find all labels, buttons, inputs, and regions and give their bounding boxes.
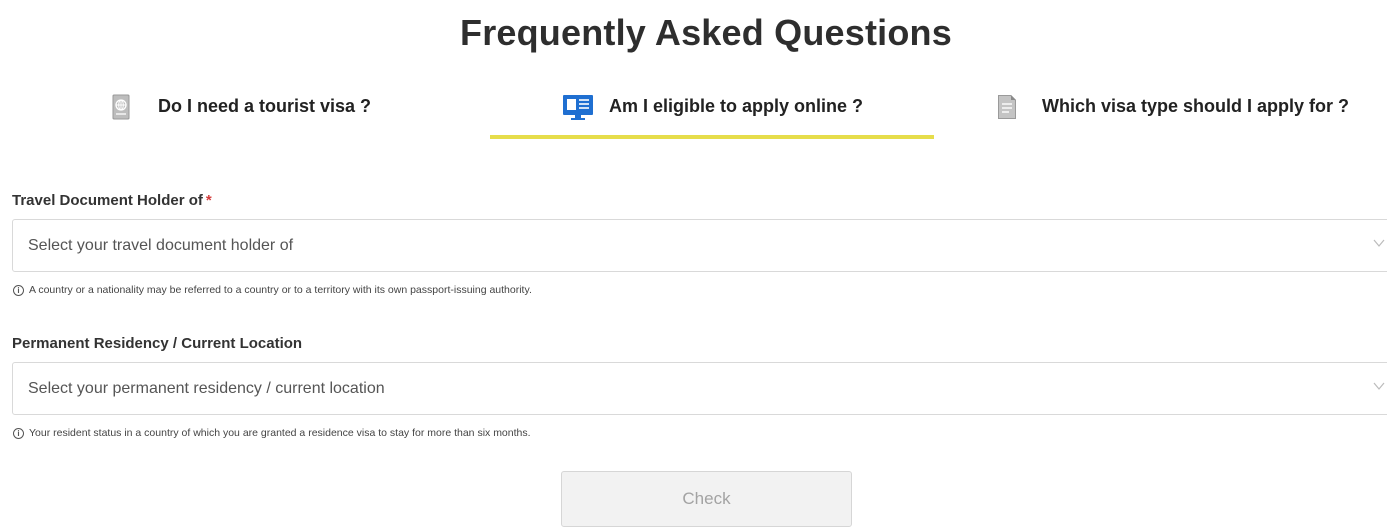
active-tab-indicator xyxy=(490,135,934,139)
residency-hint-text: Your resident status in a country of whi… xyxy=(29,427,531,439)
travel-document-hint-text: A country or a nationality may be referr… xyxy=(29,284,532,296)
tab-label: Which visa type should I apply for ? xyxy=(1042,96,1350,116)
info-icon: i xyxy=(13,427,24,439)
tab-label: Am I eligible to apply online ? xyxy=(608,96,864,116)
check-button[interactable]: Check xyxy=(561,471,852,527)
chevron-down-icon xyxy=(1373,239,1385,247)
passport-icon xyxy=(104,90,138,124)
travel-document-hint: i A country or a nationality may be refe… xyxy=(13,284,532,296)
residency-hint: i Your resident status in a country of w… xyxy=(13,427,531,439)
computer-screen-icon xyxy=(561,90,595,124)
residency-label: Permanent Residency / Current Location xyxy=(12,335,303,352)
document-icon xyxy=(990,90,1024,124)
travel-document-label: Travel Document Holder of * xyxy=(12,192,212,209)
tab-tourist-visa[interactable]: Do I need a tourist visa ? xyxy=(104,84,371,140)
tab-visa-type[interactable]: Which visa type should I apply for ? xyxy=(990,84,1349,140)
travel-document-placeholder: Select your travel document holder of xyxy=(28,237,294,254)
required-asterisk: * xyxy=(205,192,212,209)
tab-eligible-online[interactable]: Am I eligible to apply online ? xyxy=(490,84,934,140)
info-icon: i xyxy=(13,284,24,296)
faq-tabs: Do I need a tourist visa ? Am I eligible… xyxy=(0,84,1387,140)
tab-label: Do I need a tourist visa ? xyxy=(158,96,372,116)
residency-placeholder: Select your permanent residency / curren… xyxy=(28,380,385,397)
travel-document-select[interactable]: Select your travel document holder of xyxy=(12,219,1387,272)
page-title: Frequently Asked Questions xyxy=(460,12,952,53)
chevron-down-icon xyxy=(1373,382,1385,390)
travel-document-label-text: Travel Document Holder of xyxy=(12,192,203,209)
residency-select[interactable]: Select your permanent residency / curren… xyxy=(12,362,1387,415)
